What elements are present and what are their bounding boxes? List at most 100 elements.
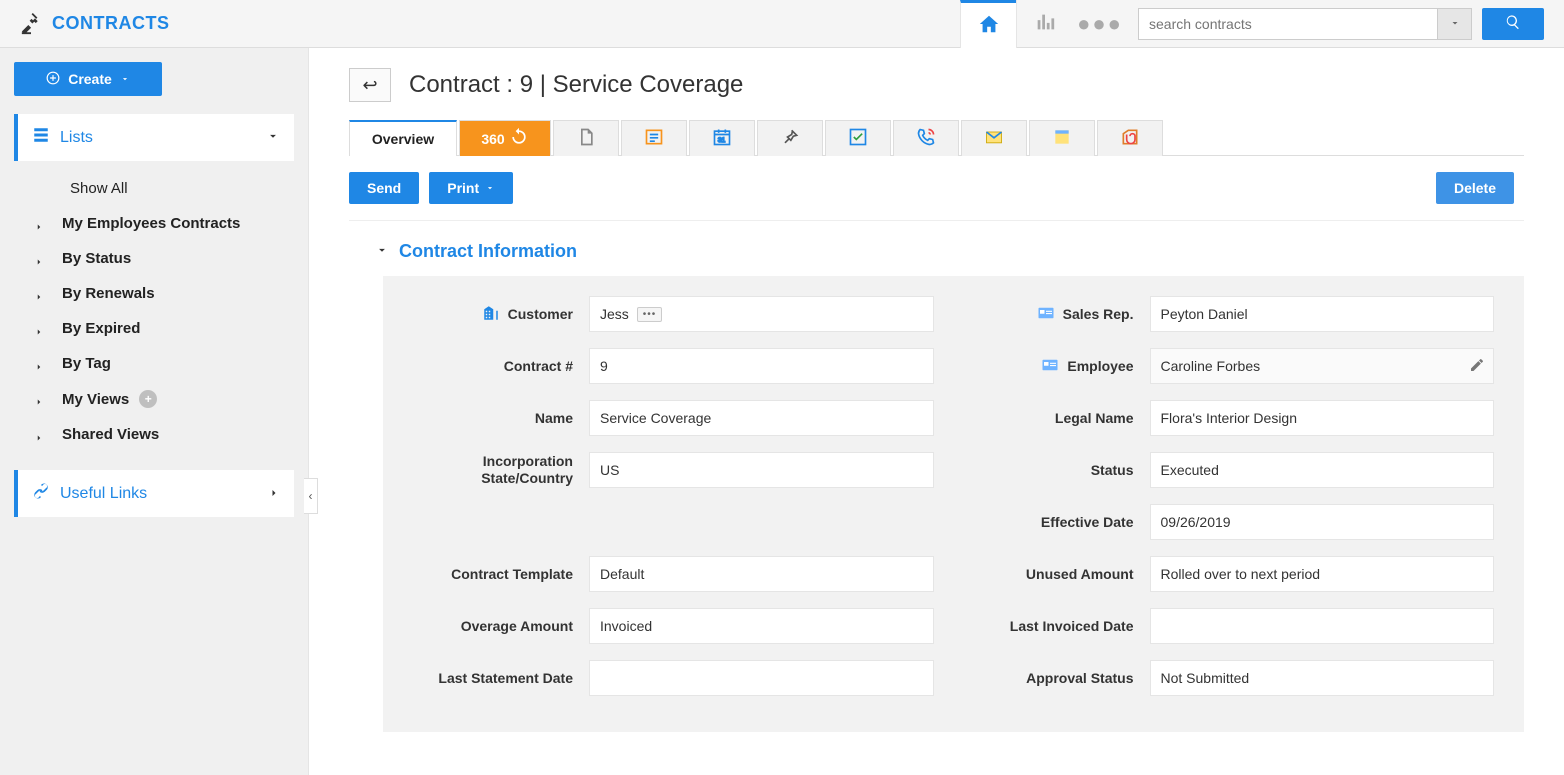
send-button[interactable]: Send (349, 172, 419, 204)
search-dropdown[interactable] (1438, 8, 1472, 40)
field-value[interactable]: Default (589, 556, 934, 592)
sidebar-item-by-renewals[interactable]: By Renewals (14, 276, 294, 311)
id-card-icon (1037, 304, 1055, 325)
lookup-button[interactable]: ••• (637, 307, 663, 322)
pin-icon (780, 127, 800, 150)
field-value[interactable]: 09/26/2019 (1150, 504, 1495, 540)
sidebar-collapse[interactable]: ‹ (304, 478, 318, 514)
field-value[interactable]: Jess ••• (589, 296, 934, 332)
sidebar-item-my-employees[interactable]: My Employees Contracts (14, 206, 294, 241)
chevron-down-icon (266, 129, 280, 146)
section-contract-info-head[interactable]: Contract Information (375, 241, 1524, 262)
page-title: Contract : 9 | Service Coverage (409, 71, 743, 99)
dots-icon: ●●● (1077, 11, 1123, 37)
topnav-home[interactable] (960, 0, 1016, 48)
tab-360[interactable]: 360 (459, 120, 551, 156)
field-name: Name Service Coverage (413, 400, 934, 436)
tab-tasks[interactable] (825, 120, 891, 156)
tab-attachments[interactable] (1097, 120, 1163, 156)
field-value[interactable]: Peyton Daniel (1150, 296, 1495, 332)
tab-email[interactable] (961, 120, 1027, 156)
sidebar-list: Show All My Employees Contracts By Statu… (14, 161, 294, 462)
field-value[interactable]: Service Coverage (589, 400, 934, 436)
field-value[interactable]: Caroline Forbes (1150, 348, 1495, 384)
lists-label: Lists (60, 129, 93, 147)
field-value[interactable]: Rolled over to next period (1150, 556, 1495, 592)
field-value[interactable]: Not Submitted (1150, 660, 1495, 696)
sidebar-item-by-expired[interactable]: By Expired (14, 311, 294, 346)
search-button[interactable] (1482, 8, 1544, 40)
field-value[interactable]: US (589, 452, 934, 488)
tab-notes[interactable] (553, 120, 619, 156)
sidebar-useful-links[interactable]: Useful Links (14, 470, 294, 517)
field-value[interactable]: 9 (589, 348, 934, 384)
sidebar-item-label: By Tag (62, 355, 111, 372)
field-label: Last Invoiced Date (974, 618, 1150, 634)
sidebar-item-show-all[interactable]: Show All (14, 171, 294, 206)
pencil-icon[interactable] (1469, 357, 1485, 376)
search-input[interactable] (1138, 8, 1438, 40)
delete-button[interactable]: Delete (1436, 172, 1514, 204)
sidebar-item-label: Shared Views (62, 426, 159, 443)
refresh-icon (509, 127, 529, 150)
calendar-icon: 31 (712, 127, 732, 150)
chevron-right-icon (34, 254, 44, 264)
search-icon (1505, 14, 1521, 33)
tab-overview[interactable]: Overview (349, 120, 457, 156)
button-label: Print (447, 180, 479, 196)
sidebar-item-label: By Status (62, 250, 131, 267)
phone-icon (916, 127, 936, 150)
link-icon (32, 482, 50, 505)
field-value[interactable]: Invoiced (589, 608, 934, 644)
add-view-icon[interactable]: + (139, 390, 157, 408)
field-incorporation: IncorporationState/Country US (413, 452, 934, 488)
attachment-icon (1120, 127, 1140, 150)
field-value[interactable] (1150, 608, 1495, 644)
tab-label: 360 (481, 131, 504, 147)
field-label: Effective Date (974, 514, 1150, 530)
sidebar-item-by-status[interactable]: By Status (14, 241, 294, 276)
chevron-down-icon (375, 241, 389, 262)
field-label: Sales Rep. (974, 304, 1150, 325)
topnav-more[interactable]: ●●● (1072, 11, 1128, 37)
topnav-reports[interactable] (1016, 0, 1072, 48)
chevron-down-icon (1449, 16, 1461, 32)
topbar-right: ●●● (960, 0, 1544, 48)
tab-calendar[interactable]: 31 (689, 120, 755, 156)
field-label: Contract Template (413, 566, 589, 582)
caret-down-icon (120, 71, 130, 87)
create-label: Create (68, 71, 112, 87)
plus-circle-icon (46, 71, 60, 88)
field-approval-status: Approval Status Not Submitted (974, 660, 1495, 696)
tab-calls[interactable] (893, 120, 959, 156)
tab-sticky[interactable] (1029, 120, 1095, 156)
chevron-right-icon (268, 486, 280, 502)
field-unused-amount: Unused Amount Rolled over to next period (974, 556, 1495, 592)
sidebar-item-shared-views[interactable]: Shared Views (14, 417, 294, 452)
chevron-right-icon (34, 430, 44, 440)
field-template: Contract Template Default (413, 556, 934, 592)
chevron-right-icon (34, 289, 44, 299)
sidebar-item-by-tag[interactable]: By Tag (14, 346, 294, 381)
field-value[interactable] (589, 660, 934, 696)
field-value[interactable]: Flora's Interior Design (1150, 400, 1495, 436)
note-icon (1052, 127, 1072, 150)
tab-pin[interactable] (757, 120, 823, 156)
mail-icon (984, 127, 1004, 150)
sidebar-lists-header[interactable]: Lists (14, 114, 294, 161)
brand-text: CONTRACTS (52, 13, 170, 34)
svg-text:31: 31 (718, 137, 726, 144)
field-value[interactable]: Executed (1150, 452, 1495, 488)
field-last-statement: Last Statement Date (413, 660, 934, 696)
action-row: Send Print Delete (349, 156, 1524, 221)
field-label: Legal Name (974, 410, 1150, 426)
home-icon (978, 13, 1000, 38)
create-button[interactable]: Create (14, 62, 162, 96)
field-label: Employee (974, 356, 1150, 377)
tab-details[interactable] (621, 120, 687, 156)
field-overage: Overage Amount Invoiced (413, 608, 934, 644)
print-button[interactable]: Print (429, 172, 513, 204)
sidebar-item-my-views[interactable]: My Views + (14, 381, 294, 417)
form-grid: Customer Jess ••• Contract # 9 Name Serv… (383, 276, 1524, 732)
back-button[interactable]: ↩ (349, 68, 391, 102)
